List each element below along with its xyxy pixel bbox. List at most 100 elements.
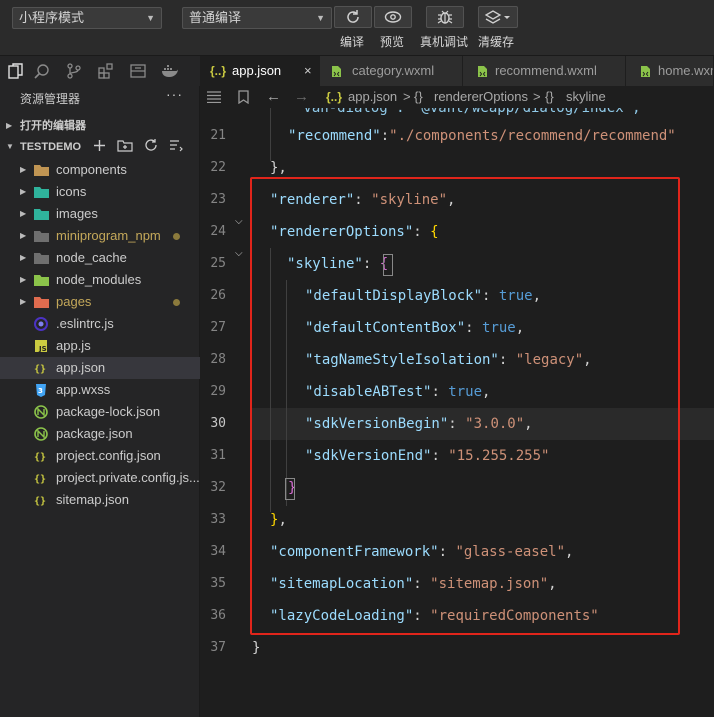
line-number: 34 [210,544,226,559]
tree-item[interactable]: {} sitemap.json [0,489,200,511]
compile-select-value: 普通编译 [189,10,242,25]
tree-item[interactable]: package.json [0,423,200,445]
line-number: 26 [210,288,226,303]
breadcrumb: ← → {..} app.json > {} rendererOptions >… [200,86,714,108]
folder-icon [34,187,49,198]
tree-item-label: project.config.json [56,448,161,463]
tab-label: recommend.wxml [495,63,597,78]
remote-debug-label: 真机调试 [420,35,469,49]
tree-item[interactable]: ▶ node_modules [0,269,200,291]
tab-recommend-wxml[interactable]: recommend.wxml [463,56,626,86]
line-number: 30 [210,416,226,431]
tab-app-json[interactable]: {..} app.json × [200,56,320,86]
json-icon: {..} [210,64,227,78]
tree-item[interactable]: {} project.private.config.js... [0,467,200,489]
tree-item[interactable]: ▶ node_cache [0,247,200,269]
explorer-sidebar: 资源管理器 ··· ▶ 打开的编辑器 ▼ TESTDEMO ▶ component… [0,86,200,717]
breadcrumb-node-skyline[interactable]: skyline [566,86,606,108]
line-number: 23 [210,192,226,207]
svg-text:JS: JS [38,345,47,353]
extensions-icon[interactable] [90,56,122,86]
tree-item[interactable]: ▶ miniprogram_npm [0,225,200,247]
breadcrumb-separator: > [403,89,411,104]
wxml-icon [332,66,341,77]
js-icon: JS [35,340,47,353]
list-icon[interactable] [207,91,221,103]
open-editors-label: 打开的编辑器 [20,120,86,132]
tree-item-label: sitemap.json [56,492,129,507]
eslint-icon [34,317,48,331]
tree-item[interactable]: {} project.config.json [0,445,200,467]
tree-item-label: node_modules [56,272,142,287]
explorer-icon[interactable] [6,56,26,86]
chevron-right-icon: ▶ [20,297,27,306]
line-number: 37 [210,640,226,655]
tree-item[interactable]: ▶ images [0,203,200,225]
chevron-right-icon: ▶ [6,121,13,130]
code-line: "recommend":"./components/recommend/reco… [288,120,676,152]
breadcrumb-node-renderer-options[interactable]: rendererOptions [434,86,528,108]
open-editors-section[interactable]: ▶ 打开的编辑器 [0,115,200,137]
tree-item[interactable]: ▶ pages [0,291,200,313]
docker-icon[interactable] [154,56,186,86]
tab-home-wxml[interactable]: home.wxml [626,56,714,86]
wxml-icon [641,66,650,77]
mode-select[interactable]: 小程序模式 ▼ [12,7,162,29]
tree-item[interactable]: ▶ icons [0,181,200,203]
line-number: 24 [210,224,226,239]
storage-icon[interactable] [122,56,154,86]
fold-chevron-icon[interactable]: ⌵ [235,216,243,227]
breadcrumb-file[interactable]: app.json [348,86,397,108]
css-icon: 3 [36,384,46,397]
tree-item[interactable]: JS app.js [0,335,200,357]
tree-item[interactable]: ▶ components [0,159,200,181]
chevron-right-icon: ▶ [20,275,27,284]
line-number: 22 [210,160,226,175]
tree-item-label: pages [56,294,92,309]
explorer-tools [93,138,183,152]
tree-item-label: node_cache [56,250,127,265]
code-token: }, [270,160,287,176]
forward-arrow-icon[interactable]: → [294,86,309,108]
tree-item[interactable]: 3 app.wxss [0,379,200,401]
npm-icon [34,427,48,441]
chevron-right-icon: ▶ [20,253,27,262]
compile-mode-select[interactable]: 普通编译 ▼ [182,7,332,29]
folder-icon [34,275,49,286]
fold-chevron-icon[interactable]: ⌵ [235,248,243,259]
back-arrow-icon[interactable]: ← [266,86,281,108]
json-icon: {} [34,496,46,507]
tree-item-label: .eslintrc.js [56,316,114,331]
collapse-all-icon[interactable] [169,138,183,152]
chevron-right-icon: ▶ [20,231,27,240]
search-icon[interactable] [26,56,58,86]
compile-button[interactable] [334,6,372,28]
more-actions-icon[interactable]: ··· [166,86,183,102]
new-folder-icon[interactable] [117,139,133,152]
source-control-icon[interactable] [58,56,90,86]
refresh-icon [347,10,359,23]
editor-tabs: {..} app.json × category.wxml recommend.… [200,56,714,86]
mode-select-value: 小程序模式 [19,10,85,25]
chevron-right-icon: ▶ [20,187,27,196]
bookmark-icon[interactable] [238,90,249,104]
folder-icon [34,253,49,264]
project-label: TESTDEMO [20,141,82,153]
tab-label: app.json [232,63,282,78]
tree-item[interactable]: {} app.json [0,357,200,379]
refresh-icon[interactable] [144,138,158,152]
clear-cache-button[interactable] [478,6,518,28]
remote-debug-button[interactable] [426,6,464,28]
code-token: : [380,128,390,144]
tab-category-wxml[interactable]: category.wxml [320,56,463,86]
compile-label: 编译 [340,35,365,49]
preview-button[interactable] [374,6,412,28]
chevron-down-icon: ▼ [6,142,14,151]
json-icon: {..} [326,90,343,104]
code-editor[interactable]: "van-dialog": "@vant/weapp/dialog/index"… [200,108,714,717]
close-icon[interactable]: × [304,56,312,86]
tree-item[interactable]: .eslintrc.js [0,313,200,335]
new-file-icon[interactable] [93,139,106,152]
tree-item-label: components [56,162,127,177]
tree-item[interactable]: package-lock.json [0,401,200,423]
